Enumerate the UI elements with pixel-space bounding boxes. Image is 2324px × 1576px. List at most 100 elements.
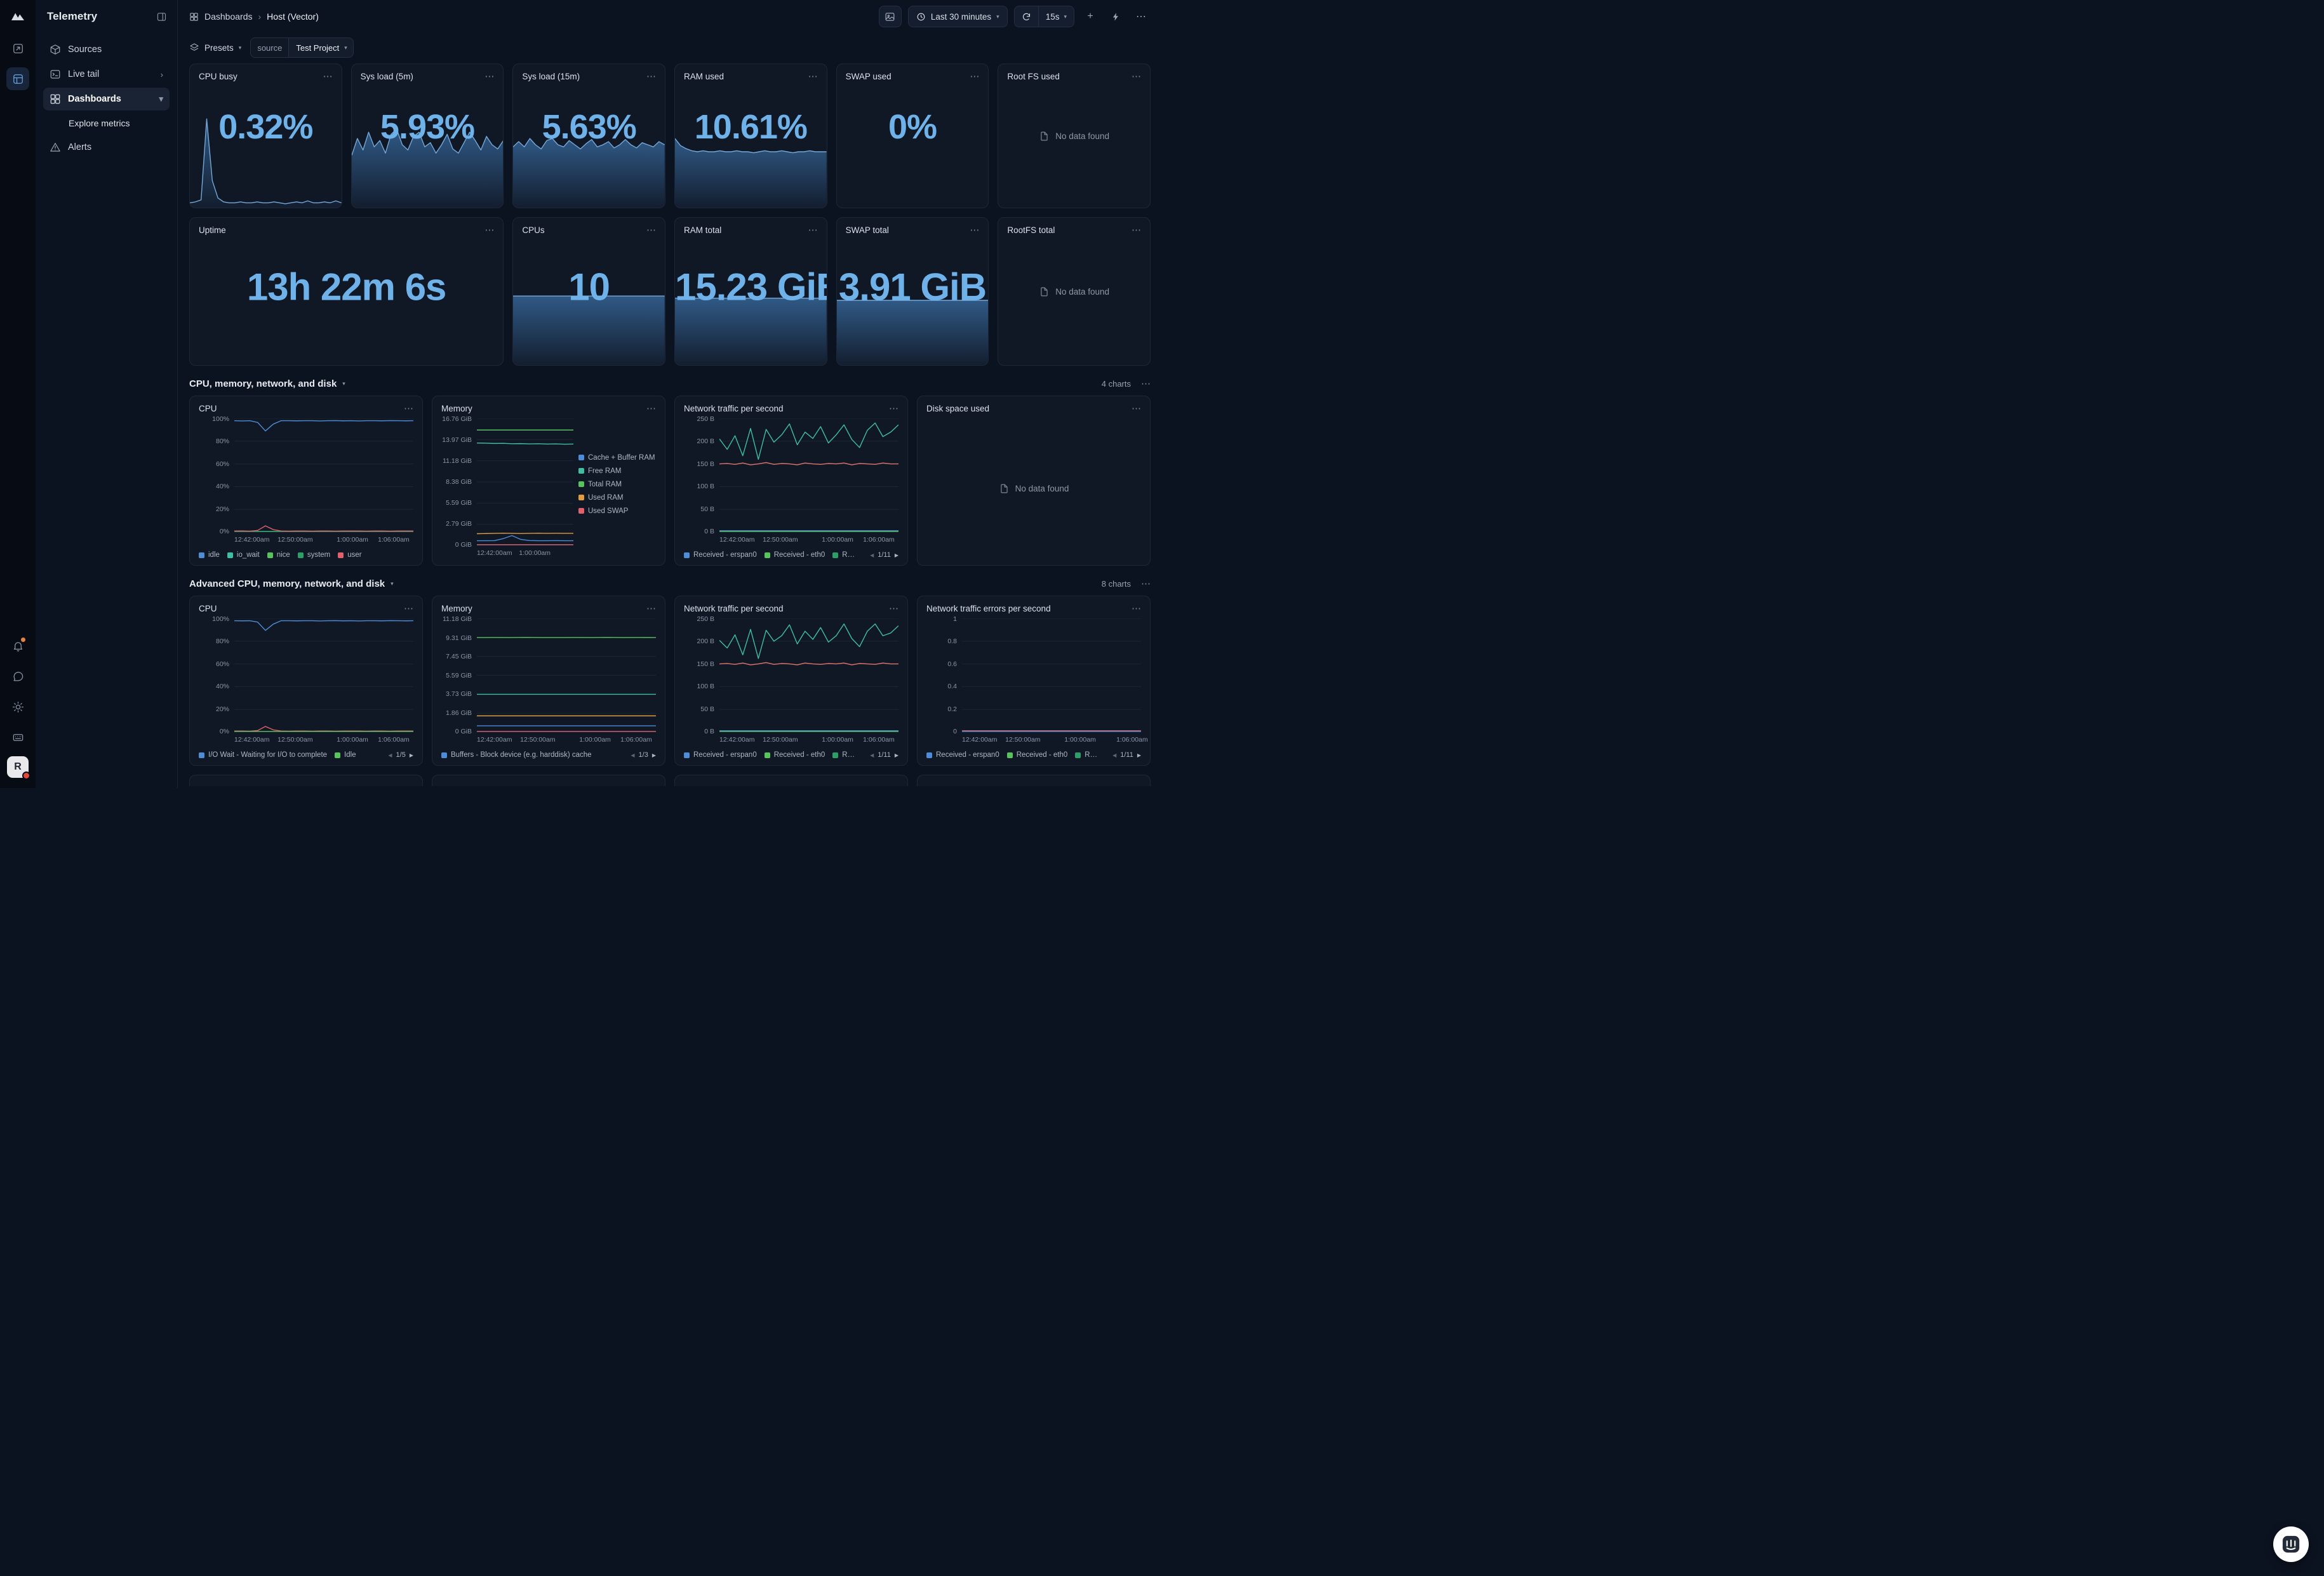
legend-item[interactable]: io_wait xyxy=(227,551,260,559)
chart-panel: Memory⋯11.18 GiB9.31 GiB7.45 GiB5.59 GiB… xyxy=(432,596,665,766)
no-data-message: No data found xyxy=(926,418,1141,559)
card-menu-button[interactable]: ⋯ xyxy=(646,72,656,81)
pagination-prev-icon[interactable]: ◀ xyxy=(388,752,392,758)
section-toggle[interactable]: Advanced CPU, memory, network, and disk▾ xyxy=(189,578,394,589)
card-menu-button[interactable]: ⋯ xyxy=(646,225,656,235)
sidebar-collapse-button[interactable] xyxy=(156,11,167,22)
legend-item[interactable]: nice xyxy=(267,551,290,559)
chart-title: CPU xyxy=(199,404,217,413)
more-options-button[interactable]: ⋯ xyxy=(1132,7,1151,26)
legend-item[interactable]: Received - eth0 xyxy=(765,751,825,759)
legend-label: Used SWAP xyxy=(588,507,628,515)
legend-item[interactable]: user xyxy=(338,551,361,559)
theme-toggle-button[interactable] xyxy=(6,695,29,718)
card-menu-button[interactable]: ⋯ xyxy=(484,225,494,235)
pagination-next-icon[interactable]: ▶ xyxy=(652,752,656,758)
x-tick: 1:06:00am xyxy=(620,736,652,744)
legend-item[interactable]: Total RAM xyxy=(578,481,622,488)
y-tick: 60% xyxy=(216,660,229,668)
card-menu-button[interactable]: ⋯ xyxy=(808,225,818,235)
add-panel-button[interactable]: + xyxy=(1081,7,1100,26)
y-tick: 0% xyxy=(220,528,229,535)
card-menu-button[interactable]: ⋯ xyxy=(323,72,333,81)
user-avatar[interactable]: R xyxy=(7,756,29,778)
legend-item[interactable]: idle xyxy=(199,551,220,559)
card-menu-button[interactable]: ⋯ xyxy=(970,72,979,81)
legend-item[interactable]: R… xyxy=(832,751,855,759)
legend-item[interactable]: Received - erspan0 xyxy=(684,751,757,759)
pagination-prev-icon[interactable]: ◀ xyxy=(631,752,634,758)
file-icon xyxy=(999,483,1010,494)
legend-item[interactable]: Received - erspan0 xyxy=(684,551,757,559)
legend-item[interactable]: Received - eth0 xyxy=(1007,751,1068,759)
notifications-button[interactable] xyxy=(6,634,29,657)
legend-item[interactable]: Used SWAP xyxy=(578,507,628,515)
pagination-next-icon[interactable]: ▶ xyxy=(410,752,413,758)
time-range-button[interactable]: Last 30 minutes ▾ xyxy=(908,6,1008,27)
quick-actions-button[interactable] xyxy=(1106,7,1125,26)
stat-value: 10 xyxy=(513,265,665,309)
pagination-next-icon[interactable]: ▶ xyxy=(895,552,898,558)
rail-dashboards-button[interactable] xyxy=(6,67,29,90)
legend-item[interactable]: R… xyxy=(1075,751,1097,759)
card-menu-button[interactable]: ⋯ xyxy=(1132,225,1141,235)
legend-item[interactable]: R… xyxy=(832,551,855,559)
topbar-actions: Last 30 minutes ▾ 15s ▾ + xyxy=(879,6,1151,27)
legend-pagination: ◀1/3▶ xyxy=(631,751,656,759)
rail-quick-actions-button[interactable] xyxy=(6,37,29,60)
card-menu-button[interactable]: ⋯ xyxy=(808,72,818,81)
legend-item[interactable]: system xyxy=(298,551,330,559)
legend-item[interactable]: Received - eth0 xyxy=(765,551,825,559)
panels-view-button[interactable] xyxy=(879,6,902,27)
support-chat-fab[interactable] xyxy=(2273,1526,2309,1562)
chart-menu-button[interactable]: ⋯ xyxy=(646,404,656,413)
sidebar-item-alerts[interactable]: Alerts xyxy=(43,136,170,159)
section-title: CPU, memory, network, and disk xyxy=(189,378,337,389)
sidebar-item-explore-metrics[interactable]: Explore metrics xyxy=(43,112,170,134)
plot-area xyxy=(719,618,898,732)
chart-menu-button[interactable]: ⋯ xyxy=(1132,604,1141,613)
legend-item[interactable]: Cache + Buffer RAM xyxy=(578,454,655,462)
refresh-button[interactable] xyxy=(1015,6,1038,27)
card-menu-button[interactable]: ⋯ xyxy=(1132,72,1141,81)
stat-card: Root FS used⋯No data found xyxy=(998,63,1151,208)
chart-menu-button[interactable]: ⋯ xyxy=(889,604,898,613)
section-toggle[interactable]: CPU, memory, network, and disk▾ xyxy=(189,378,345,389)
card-menu-button[interactable]: ⋯ xyxy=(484,72,494,81)
shortcuts-button[interactable] xyxy=(6,726,29,749)
refresh-interval-button[interactable]: 15s ▾ xyxy=(1039,6,1074,27)
pagination-next-icon[interactable]: ▶ xyxy=(895,752,898,758)
pagination-next-icon[interactable]: ▶ xyxy=(1137,752,1141,758)
pagination-prev-icon[interactable]: ◀ xyxy=(1112,752,1116,758)
chart-menu-button[interactable]: ⋯ xyxy=(404,404,413,413)
presets-button[interactable]: Presets ▾ xyxy=(189,43,241,53)
card-menu-button[interactable]: ⋯ xyxy=(970,225,979,235)
sidebar-item-live-tail[interactable]: Live tail › xyxy=(43,63,170,86)
filterbar: Presets ▾ source Test Project ▾ xyxy=(178,33,1162,62)
legend-item[interactable]: Free RAM xyxy=(578,467,621,475)
pagination-prev-icon[interactable]: ◀ xyxy=(870,552,874,558)
chart-menu-button[interactable]: ⋯ xyxy=(646,604,656,613)
legend-item[interactable]: Received - erspan0 xyxy=(926,751,999,759)
legend-item[interactable]: I/O Wait - Waiting for I/O to complete xyxy=(199,751,327,759)
section-menu-button[interactable]: ⋯ xyxy=(1141,579,1151,589)
breadcrumb-dashboards[interactable]: Dashboards xyxy=(204,11,253,22)
app-logo[interactable] xyxy=(10,8,25,23)
chart-title: Network traffic per second xyxy=(684,604,784,613)
feedback-button[interactable] xyxy=(6,665,29,688)
section-menu-button[interactable]: ⋯ xyxy=(1141,379,1151,389)
chart-menu-button[interactable]: ⋯ xyxy=(404,604,413,613)
nav-label: Live tail xyxy=(68,69,99,79)
legend-item[interactable]: Idle xyxy=(335,751,356,759)
legend-item[interactable]: Buffers - Block device (e.g. harddisk) c… xyxy=(441,751,592,759)
source-filter[interactable]: source Test Project ▾ xyxy=(250,37,353,58)
chart-menu-button[interactable]: ⋯ xyxy=(1132,404,1141,413)
chart-sections: CPU, memory, network, and disk▾4 charts⋯… xyxy=(189,375,1151,766)
stat-card: RootFS total⋯No data found xyxy=(998,217,1151,366)
legend-item[interactable]: Used RAM xyxy=(578,494,624,502)
pagination-prev-icon[interactable]: ◀ xyxy=(870,752,874,758)
stat-value: 5.93% xyxy=(352,107,504,147)
sidebar-item-sources[interactable]: Sources xyxy=(43,38,170,61)
chart-menu-button[interactable]: ⋯ xyxy=(889,404,898,413)
sidebar-item-dashboards[interactable]: Dashboards ▾ xyxy=(43,88,170,110)
